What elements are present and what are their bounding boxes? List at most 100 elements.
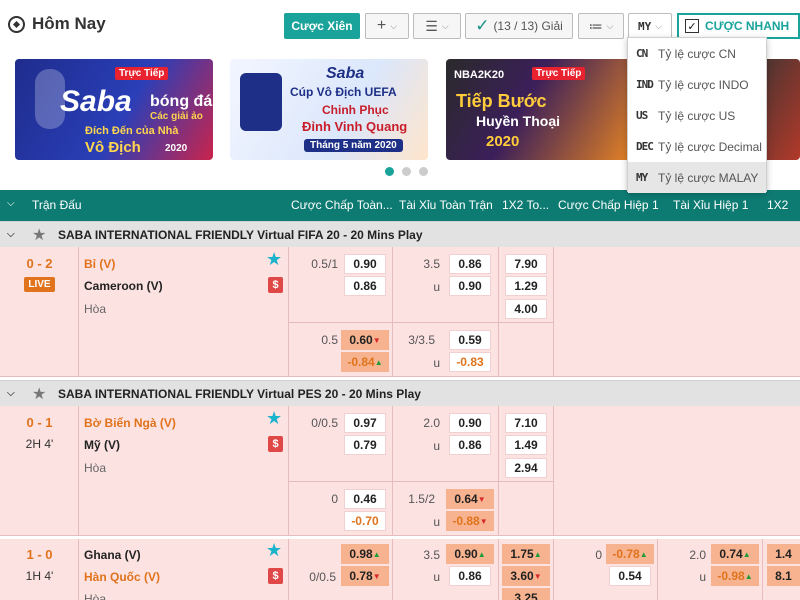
odds-cell[interactable]: 0.54 [609, 566, 651, 586]
banner-subtitle: bóng đá [150, 93, 213, 110]
carousel-dots [385, 167, 428, 176]
banner-year: 2020 [486, 133, 520, 150]
favorite-star-icon[interactable]: ★ [266, 249, 282, 270]
divider [288, 539, 289, 600]
odds-value: -0.78 [612, 547, 640, 561]
odds-option-us[interactable]: US Tỷ lệ cược US [628, 100, 766, 131]
list-icon: ≔ [588, 17, 603, 34]
banner-title: NBA2K20 [454, 69, 505, 81]
odds-cell[interactable]: 0.74▲ [711, 544, 759, 564]
view-list-button[interactable]: ≔ ⌵ [578, 13, 624, 39]
league-group-header[interactable]: ⌵ ★ SABA INTERNATIONAL FRIENDLY Virtual … [0, 221, 800, 247]
parlay-button[interactable]: Cược Xiên [284, 13, 360, 39]
odds-option-malay[interactable]: MY Tỷ lệ cược MALAY [628, 162, 766, 193]
odds-option-cn[interactable]: CN Tỷ lệ cược CN [628, 38, 766, 69]
odds-cell[interactable]: 0.60▼ [341, 330, 389, 350]
under-label: u [433, 570, 440, 584]
odds-option-indo[interactable]: IND Tỷ lệ cược INDO [628, 69, 766, 100]
odds-cell[interactable]: -0.70 [344, 511, 386, 531]
away-team[interactable]: Cameroon (V) [84, 279, 163, 293]
favorite-star-icon[interactable]: ★ [266, 408, 282, 429]
odds-option-decimal[interactable]: DEC Tỷ lệ cược Decimal [628, 131, 766, 162]
odds-option-label: Tỷ lệ cược INDO [658, 77, 749, 92]
divider [657, 539, 658, 600]
odds-cell[interactable]: 0.78▼ [341, 566, 389, 586]
arrow-up-icon: ▲ [639, 550, 648, 559]
odds-cell[interactable]: 0.79 [344, 435, 386, 455]
odds-cell[interactable]: 0.64▼ [446, 489, 494, 509]
odds-cell[interactable]: 0.90 [449, 276, 491, 296]
odds-cell[interactable]: 8.1 [767, 566, 800, 586]
odds-cell[interactable]: 0.90 [449, 413, 491, 433]
arrow-up-icon: ▲ [477, 550, 486, 559]
odds-cell[interactable]: 2.94 [505, 458, 547, 478]
odds-cell[interactable]: 1.4 [767, 544, 800, 564]
league-filter-button[interactable]: ✓ (13 / 13) Giải [465, 13, 573, 39]
odds-cell[interactable]: 0.90 [344, 254, 386, 274]
odds-value: 0.74 [719, 547, 743, 561]
star-icon[interactable]: ★ [32, 225, 46, 245]
odds-cell[interactable]: 0.98▲ [341, 544, 389, 564]
odds-cell[interactable]: 0.86 [449, 566, 491, 586]
odds-cell[interactable]: -0.83 [449, 352, 491, 372]
promo-banner-nba2k20[interactable]: NBA2K20 Trực Tiếp Tiếp Bước Huyền Thoại … [446, 59, 644, 160]
home-team[interactable]: Bỉ (V) [84, 257, 115, 271]
odds-cell[interactable]: 1.75▲ [502, 544, 550, 564]
carousel-dot[interactable] [385, 167, 394, 176]
star-icon[interactable]: ★ [32, 384, 46, 404]
sort-icon: ☰ [425, 17, 438, 34]
home-team[interactable]: Bờ Biển Ngà (V) [84, 416, 176, 430]
odds-cell[interactable]: 3.60▼ [502, 566, 550, 586]
odds-cell[interactable]: -0.84▲ [341, 352, 389, 372]
odds-cell[interactable]: 0.46 [344, 489, 386, 509]
chevron-down-icon[interactable]: ⌵ [7, 388, 15, 399]
handicap-line: 0 [595, 548, 602, 562]
odds-cell[interactable]: 0.90▲ [446, 544, 494, 564]
odds-type-select[interactable]: MY ⌵ [628, 13, 672, 39]
away-team[interactable]: Mỹ (V) [84, 438, 120, 452]
chevron-down-icon[interactable]: ⌵ [7, 229, 15, 240]
sort-button[interactable]: ☰ ⌵ [413, 13, 461, 39]
odds-cell[interactable]: 1.29 [505, 276, 547, 296]
favorite-star-icon[interactable]: ★ [266, 540, 282, 561]
odds-cell[interactable]: 7.10 [505, 413, 547, 433]
odds-cell[interactable]: 4.00 [505, 299, 547, 319]
column-header-h1-over-under: Tài Xỉu Hiệp 1 [673, 198, 749, 212]
live-stream-dollar-icon[interactable]: $ [268, 568, 283, 584]
promo-banner-saba-football[interactable]: Trực Tiếp Saba bóng đá Các giải ảo Đích … [15, 59, 213, 160]
odds-cell[interactable]: 0.86 [449, 254, 491, 274]
odds-cell[interactable]: -0.98▲ [711, 566, 759, 586]
odds-cell[interactable]: 7.90 [505, 254, 547, 274]
league-group-header[interactable]: ⌵ ★ SABA INTERNATIONAL FRIENDLY Virtual … [0, 380, 800, 406]
odds-cell[interactable]: -0.78▲ [606, 544, 654, 564]
promo-banner-uefa[interactable]: Saba Cúp Vô Địch UEFA Chinh Phục Đỉnh Vi… [230, 59, 428, 160]
live-stream-dollar-icon[interactable]: $ [268, 277, 283, 293]
match-score: 1 - 0 [26, 547, 53, 562]
odds-cell[interactable]: -0.88▼ [446, 511, 494, 531]
odds-cell[interactable]: 0.59 [449, 330, 491, 350]
away-team[interactable]: Hàn Quốc (V) [84, 570, 160, 584]
column-header-h1-handicap: Cược Chấp Hiệp 1 [558, 198, 659, 212]
divider [392, 406, 393, 535]
under-label: u [433, 356, 440, 370]
odds-cell[interactable]: 0.86 [449, 435, 491, 455]
odds-cell[interactable]: 1.49 [505, 435, 547, 455]
add-button[interactable]: + ⌵ [365, 13, 409, 39]
odds-cell[interactable]: 3.25 [502, 588, 550, 600]
chevron-down-icon: ⌵ [390, 20, 398, 31]
collapse-all-icon[interactable]: ⌵ [7, 198, 15, 209]
live-stream-dollar-icon[interactable]: $ [268, 436, 283, 452]
odds-cell[interactable]: 0.97 [344, 413, 386, 433]
arrow-down-icon: ▼ [477, 495, 486, 504]
under-label: u [433, 515, 440, 529]
match-row: 0 - 1 2H 4' Bờ Biển Ngà (V) Mỹ (V) Hòa ★… [0, 406, 800, 536]
over-under-line: 2.0 [689, 548, 706, 562]
handicap-line: 0 [331, 492, 338, 506]
home-team[interactable]: Ghana (V) [84, 548, 141, 562]
carousel-dot[interactable] [402, 167, 411, 176]
carousel-dot[interactable] [419, 167, 428, 176]
match-score: 0 - 1 [26, 415, 53, 430]
odds-cell[interactable]: 0.86 [344, 276, 386, 296]
quick-bet-toggle[interactable]: ✓ CƯỢC NHANH [677, 13, 800, 39]
arrow-up-icon: ▲ [742, 550, 751, 559]
